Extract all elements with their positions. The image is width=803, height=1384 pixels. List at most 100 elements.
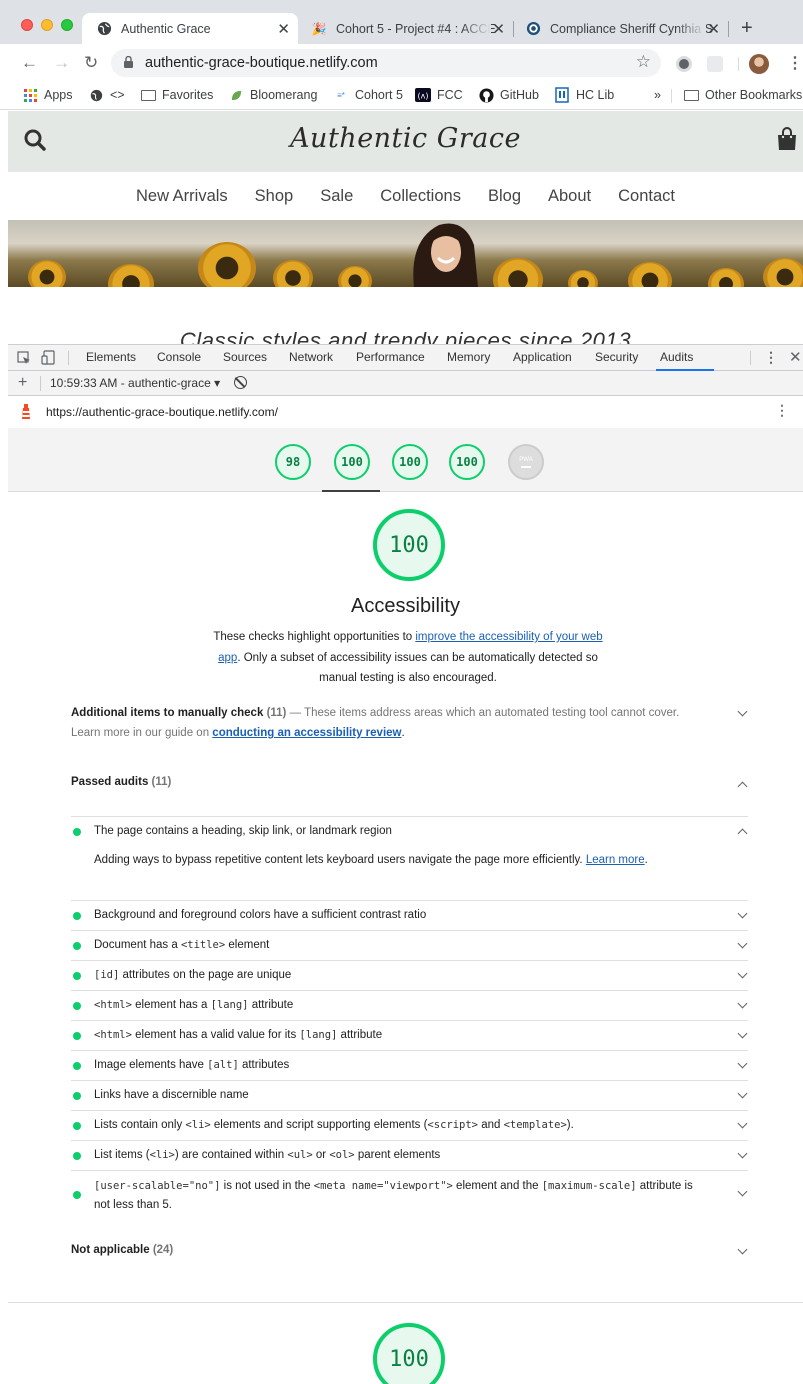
reload-icon[interactable]: ↻ [84, 53, 98, 73]
extension-icon[interactable] [676, 56, 692, 72]
devtools-menu-icon[interactable]: ⋮ [764, 349, 778, 366]
chevron-down-icon[interactable] [737, 1186, 748, 1197]
extension-icon[interactable] [707, 56, 723, 72]
audit-bypass[interactable]: The page contains a heading, skip link, … [71, 816, 748, 846]
manual-checks-group[interactable]: Additional items to manually check (11) … [71, 703, 711, 743]
close-devtools-icon[interactable]: ✕ [789, 348, 802, 366]
bookmark-favorites[interactable]: Favorites [140, 88, 213, 102]
report-url[interactable]: https://authentic-grace-boutique.netlify… [46, 405, 278, 419]
new-tab-button[interactable]: + [741, 17, 753, 40]
devtools-tab-network[interactable]: Network [289, 350, 333, 364]
browser-tab-cohort[interactable]: 🎉 Cohort 5 - Project #4 : ACCE ✕ [307, 13, 513, 44]
chevron-down-icon[interactable] [737, 1088, 748, 1099]
chevron-down-icon[interactable] [737, 908, 748, 919]
inspect-element-icon[interactable] [17, 351, 31, 365]
chevron-up-icon[interactable] [737, 828, 748, 839]
address-bar[interactable]: authentic-grace-boutique.netlify.com ☆ [111, 49, 661, 77]
gauge-seo[interactable]: 100 [449, 444, 485, 480]
audit-meta-viewport[interactable]: [user-scalable="no"] is not used in the … [71, 1170, 748, 1218]
gauge-performance[interactable]: 98 [275, 444, 311, 480]
devtools-tab-console[interactable]: Console [157, 350, 201, 364]
minimize-window-button[interactable] [41, 19, 53, 31]
site-logo[interactable]: Authentic Grace [8, 123, 803, 154]
nav-contact[interactable]: Contact [618, 187, 675, 206]
chevron-down-icon[interactable] [737, 1148, 748, 1159]
report-menu-icon[interactable]: ⋮ [775, 402, 789, 419]
audit-image-alt[interactable]: Image elements have [alt] attributes [71, 1050, 748, 1080]
audit-color-contrast[interactable]: Background and foreground colors have a … [71, 900, 748, 930]
browser-tab-strip: Authentic Grace ✕ 🎉 Cohort 5 - Project #… [0, 0, 803, 44]
globe-icon [88, 88, 104, 102]
nav-new-arrivals[interactable]: New Arrivals [136, 187, 228, 206]
bookmark-hc-lib[interactable]: HC Lib [554, 87, 614, 103]
devtools-tab-application[interactable]: Application [513, 350, 572, 364]
accessibility-review-link[interactable]: conducting an accessibility review [212, 727, 401, 739]
bookmark-code[interactable]: <> [88, 88, 125, 102]
github-icon [478, 87, 494, 103]
device-toolbar-icon[interactable] [41, 350, 55, 365]
browser-tab-compliance[interactable]: Compliance Sheriff Cynthia S ✕ [521, 13, 728, 44]
chevron-down-icon[interactable] [737, 1118, 748, 1129]
audit-html-has-lang[interactable]: <html> element has a [lang] attribute [71, 990, 748, 1020]
audit-html-lang-valid[interactable]: <html> element has a valid value for its… [71, 1020, 748, 1050]
close-tab-icon[interactable]: ✕ [492, 20, 505, 38]
chevron-down-icon[interactable] [737, 1058, 748, 1069]
bookmark-bloomerang[interactable]: Bloomerang [228, 88, 317, 102]
chevron-down-icon[interactable] [737, 968, 748, 979]
back-arrow-icon[interactable]: ← [21, 53, 38, 73]
party-icon: 🎉 [311, 21, 327, 36]
devtools-tab-performance[interactable]: Performance [356, 350, 425, 364]
profile-avatar[interactable] [749, 54, 769, 74]
zoom-window-button[interactable] [61, 19, 73, 31]
report-select[interactable]: 10:59:33 AM - authentic-grace ▾ [50, 376, 220, 390]
chevron-up-icon[interactable] [737, 781, 748, 792]
chevron-down-icon[interactable] [737, 1028, 748, 1039]
browser-tab-authentic-grace[interactable]: Authentic Grace ✕ [82, 13, 298, 44]
devtools-tab-elements[interactable]: Elements [86, 350, 136, 364]
chevron-down-icon[interactable] [737, 1244, 748, 1255]
close-window-button[interactable] [21, 19, 33, 31]
learn-more-link[interactable]: Learn more [586, 854, 645, 866]
devtools-tab-security[interactable]: Security [595, 350, 638, 364]
audit-listitem[interactable]: List items (<li>) are contained within <… [71, 1140, 748, 1170]
close-tab-icon[interactable]: ✕ [277, 20, 290, 38]
bookmark-github[interactable]: GitHub [478, 87, 539, 103]
bookmark-star-icon[interactable]: ☆ [636, 52, 651, 72]
more-bookmarks-chevron[interactable]: » [654, 88, 661, 102]
devtools-tab-sources[interactable]: Sources [223, 350, 267, 364]
nav-about[interactable]: About [548, 187, 591, 206]
bookmark-fcc[interactable]: (ʌ) FCC [415, 88, 463, 102]
bookmark-apps[interactable]: Apps [22, 88, 73, 102]
close-tab-icon[interactable]: ✕ [707, 20, 720, 38]
site-tagline: Classic styles and trendy pieces since 2… [179, 328, 632, 344]
chevron-down-icon[interactable] [737, 998, 748, 1009]
audit-link-name[interactable]: Links have a discernible name [71, 1080, 748, 1110]
nav-collections[interactable]: Collections [380, 187, 461, 206]
gauge-best-practices[interactable]: 100 [392, 444, 428, 480]
forward-arrow-icon[interactable]: → [53, 53, 70, 73]
nav-sale[interactable]: Sale [320, 187, 353, 206]
audit-duplicate-id[interactable]: [id] attributes on the page are unique [71, 960, 748, 990]
chevron-down-icon[interactable] [737, 706, 748, 717]
chrome-menu-icon[interactable]: ⋮ [787, 53, 803, 73]
new-audit-icon[interactable]: + [18, 374, 27, 392]
clear-reports-icon[interactable] [234, 376, 247, 389]
shopping-bag-icon[interactable] [777, 127, 797, 151]
list-icon: ≡* [337, 90, 345, 100]
audit-list[interactable]: Lists contain only <li> elements and scr… [71, 1110, 748, 1140]
gauge-accessibility[interactable]: 100 [334, 444, 370, 480]
apps-grid-icon [22, 88, 38, 102]
nav-shop[interactable]: Shop [255, 187, 294, 206]
passed-audits-header[interactable]: Passed audits (11) [71, 776, 171, 788]
devtools-tab-memory[interactable]: Memory [447, 350, 490, 364]
devtools-tab-audits[interactable]: Audits [660, 350, 693, 364]
compliance-icon [525, 21, 541, 37]
bookmark-other[interactable]: Other Bookmarks [683, 88, 802, 102]
bookmark-cohort5[interactable]: ≡* Cohort 5 [333, 88, 403, 102]
not-applicable-header[interactable]: Not applicable (24) [71, 1244, 173, 1256]
chevron-down-icon[interactable] [737, 938, 748, 949]
nav-blog[interactable]: Blog [488, 187, 521, 206]
audit-document-title[interactable]: Document has a <title> element [71, 930, 748, 960]
lighthouse-url-bar: https://authentic-grace-boutique.netlify… [8, 396, 803, 428]
gauge-pwa[interactable]: PWA [508, 444, 544, 480]
